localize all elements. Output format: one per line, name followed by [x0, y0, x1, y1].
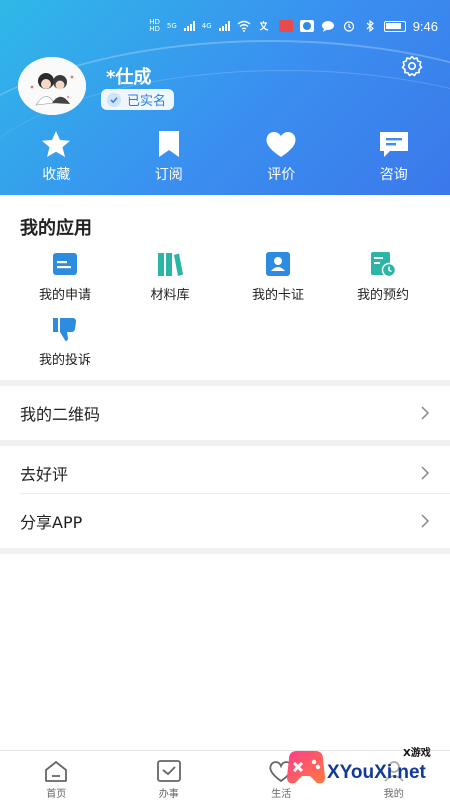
menu-good-review[interactable]: 去好评: [0, 446, 450, 500]
avatar[interactable]: [18, 57, 86, 115]
watermark: X游戏 XYouXi.net: [275, 735, 450, 800]
section-divider: [0, 548, 450, 554]
app-notification-icon: [278, 20, 293, 32]
app-my-complaints[interactable]: 我的投诉: [15, 315, 115, 368]
chevron-right-icon: [421, 466, 430, 480]
gamepad-logo-icon: [287, 751, 325, 784]
verified-label: 已实名: [127, 94, 167, 109]
verified-badge: 已实名: [101, 89, 175, 110]
thumbs-down-icon: [53, 318, 76, 341]
quick-action-favorites[interactable]: 收藏: [0, 130, 113, 185]
checkbox-icon: [156, 760, 181, 782]
quick-action-subscriptions[interactable]: 订阅: [113, 130, 226, 185]
signal-2-label: 4G: [201, 21, 212, 30]
wifi-icon: [237, 20, 251, 32]
id-card-icon: [266, 252, 290, 276]
message-icon: [321, 21, 334, 32]
app-materials[interactable]: 材料库: [120, 250, 220, 303]
gear-icon: [401, 55, 423, 77]
quick-action-reviews[interactable]: 评价: [225, 130, 338, 185]
watermark-text: XYouXi.net: [327, 762, 426, 783]
application-card-icon: [53, 253, 77, 275]
heart-icon: [266, 131, 296, 157]
network-labels: HD HD: [149, 18, 160, 33]
appointment-icon: [371, 252, 397, 278]
clock: 9:46: [412, 18, 438, 34]
tab-home[interactable]: 首页: [0, 751, 113, 800]
bookmark-icon: [158, 131, 179, 157]
signal-1-label: 5G: [166, 21, 177, 30]
quick-actions: 收藏 订阅 评价 咨询: [0, 130, 450, 185]
signal-icon: [183, 21, 195, 31]
settings-button[interactable]: [400, 54, 424, 78]
star-icon: [42, 131, 71, 157]
app-my-applications[interactable]: 我的申请: [15, 250, 115, 303]
signal-icon: [218, 21, 230, 31]
bluetooth-icon: [366, 20, 374, 32]
watermark-small-text: X游戏: [403, 748, 431, 759]
alarm-icon: [343, 21, 354, 32]
app-notification-icon: [299, 20, 314, 32]
check-icon: [107, 92, 121, 107]
section-title: 我的应用: [20, 218, 92, 239]
tab-services[interactable]: 办事: [113, 751, 226, 800]
my-apps-section: 我的应用 我的申请 材料库 我的卡证 我的预约 我的投诉: [0, 195, 450, 380]
status-bar: HD HD 5G 4G 9:46: [149, 14, 438, 38]
app-my-cards[interactable]: 我的卡证: [228, 250, 328, 303]
avatar-illustration: [18, 57, 86, 115]
profile-name: *仕成: [106, 67, 152, 88]
home-icon: [45, 761, 68, 782]
menu-share-app[interactable]: 分享APP: [0, 494, 450, 548]
app-my-appointments[interactable]: 我的预约: [333, 250, 433, 303]
chevron-right-icon: [421, 514, 430, 528]
profile-header: HD HD 5G 4G 9:46 *仕成 已实名 收藏 订阅 评价 咨询: [0, 0, 450, 195]
books-icon: [158, 253, 183, 276]
chevron-right-icon: [421, 406, 430, 420]
menu-qr-code[interactable]: 我的二维码: [0, 386, 450, 440]
translate-icon: [259, 21, 268, 31]
quick-action-consult[interactable]: 咨询: [338, 130, 450, 185]
chat-icon: [379, 132, 408, 157]
battery-icon: [383, 20, 406, 32]
